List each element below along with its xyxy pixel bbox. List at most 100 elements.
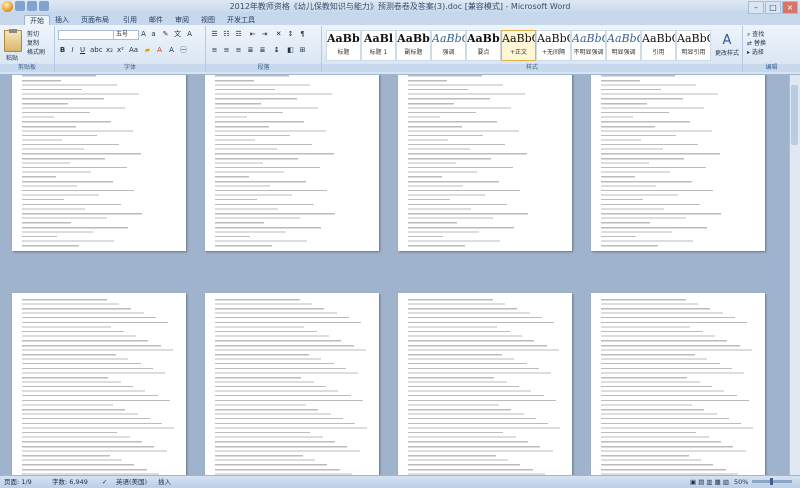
replace-button[interactable]: ⇄ 替换 (747, 38, 766, 47)
style-3[interactable]: AaBbCcDd 强调 (431, 30, 466, 61)
style-name: 标题 1 (369, 49, 388, 56)
clear-format-icon[interactable]: ✎ (161, 30, 170, 39)
cut-button[interactable]: 剪切 (27, 29, 39, 38)
distributed-icon[interactable]: ≣ (258, 46, 267, 55)
style-7[interactable]: AaBbCcD 不明显强调 (571, 30, 606, 61)
style-10[interactable]: AaBbCcD 明显引用 (676, 30, 711, 61)
subscript-icon[interactable]: x₂ (105, 46, 114, 55)
align-right-icon[interactable]: ≡ (234, 46, 243, 55)
document-page[interactable] (591, 75, 765, 251)
tab-5[interactable]: 审阅 (170, 15, 194, 25)
style-8[interactable]: AaBbCcD 明显强调 (606, 30, 641, 61)
paste-button[interactable]: 粘贴 (6, 53, 18, 62)
strikethrough-icon[interactable]: abc (90, 46, 103, 55)
document-workspace[interactable] (0, 75, 790, 475)
format-painter-button[interactable]: 格式刷 (27, 47, 45, 56)
align-left-icon[interactable]: ≡ (210, 46, 219, 55)
window-title: 2012年教师资格《幼儿保教知识与能力》预测卷卷及答案(3).doc [兼容模式… (229, 2, 571, 11)
underline-icon[interactable]: U (78, 46, 87, 55)
multilevel-list-icon[interactable]: ☲ (234, 30, 243, 39)
replace-label: 替换 (753, 40, 766, 47)
copy-button[interactable]: 复制 (27, 38, 39, 47)
font-name-box[interactable] (58, 30, 114, 40)
sort-icon[interactable]: ↕ (286, 30, 295, 39)
page-text-placeholder (408, 75, 562, 248)
maximize-button[interactable]: □ (765, 1, 781, 14)
style-1[interactable]: AaBl 标题 1 (361, 30, 396, 61)
style-name: 明显强调 (611, 49, 636, 56)
document-page[interactable] (12, 75, 186, 251)
text-line (601, 243, 658, 248)
style-sample: AaBbCcD (607, 32, 640, 45)
decrease-indent-icon[interactable]: ⇤ (248, 30, 257, 39)
document-page[interactable] (398, 75, 572, 251)
page-text-placeholder (601, 75, 755, 248)
close-button[interactable]: × (782, 1, 798, 14)
bold-icon[interactable]: B (58, 46, 67, 55)
minimize-button[interactable]: – (748, 1, 764, 14)
zoom-slider[interactable] (752, 478, 792, 485)
paste-icon[interactable] (4, 29, 22, 52)
change-styles-label: 更改样式 (714, 50, 739, 57)
show-marks-icon[interactable]: ¶ (298, 30, 307, 39)
scroll-thumb[interactable] (791, 85, 798, 145)
shading-icon[interactable]: ◧ (286, 46, 295, 55)
view-buttons[interactable]: ▣ ▤ ▥ ▦ ▧ (690, 476, 729, 488)
document-page[interactable] (398, 293, 572, 475)
italic-icon[interactable]: I (68, 46, 77, 55)
page-indicator[interactable]: 页面: 1/9 (4, 476, 32, 488)
tab-3[interactable]: 引用 (118, 15, 142, 25)
tab-2[interactable]: 页面布局 (76, 15, 114, 25)
align-center-icon[interactable]: ≡ (222, 46, 231, 55)
style-0[interactable]: AaBbC 标题 (326, 30, 361, 61)
tab-7[interactable]: 开发工具 (222, 15, 260, 25)
style-name: 标题 (337, 49, 350, 56)
grow-font-icon[interactable]: A (139, 30, 148, 39)
char-border-icon[interactable]: A (185, 30, 194, 39)
select-button[interactable]: ▸ 选择 (747, 47, 764, 56)
spell-check-icon[interactable]: ✓ (102, 476, 107, 488)
justify-icon[interactable]: ≣ (246, 46, 255, 55)
zoom-level[interactable]: 50% (734, 476, 748, 488)
change-styles-button[interactable]: A 更改样式 (714, 33, 740, 59)
increase-indent-icon[interactable]: ⇥ (260, 30, 269, 39)
tab-1[interactable]: 插入 (50, 15, 74, 25)
style-5[interactable]: AaBbCcDd +正文 (501, 30, 536, 61)
bullets-icon[interactable]: ☰ (210, 30, 219, 39)
tab-4[interactable]: 邮件 (144, 15, 168, 25)
title-bar: 2012年教师资格《幼儿保教知识与能力》预测卷卷及答案(3).doc [兼容模式… (0, 0, 800, 15)
numbering-icon[interactable]: ☷ (222, 30, 231, 39)
style-name: +正文 (509, 49, 528, 56)
char-shading-icon[interactable]: A (167, 46, 176, 55)
highlight-icon[interactable]: ▰ (143, 46, 152, 55)
document-page[interactable] (12, 293, 186, 475)
chinese-layout-icon[interactable]: ✕ (274, 30, 283, 39)
language-indicator[interactable]: 英语(美国) (116, 476, 147, 488)
style-name: 不明显强调 (573, 49, 604, 56)
phonetic-icon[interactable]: 文 (173, 30, 182, 39)
borders-icon[interactable]: ⊞ (298, 46, 307, 55)
text-line (215, 243, 272, 248)
insert-mode[interactable]: 插入 (158, 476, 171, 488)
page-text-placeholder (215, 297, 369, 475)
font-size-box[interactable]: 五号 (113, 30, 139, 40)
document-page[interactable] (591, 293, 765, 475)
font-color-icon[interactable]: A (155, 46, 164, 55)
document-page[interactable] (205, 75, 379, 251)
style-9[interactable]: AaBbCcD 引用 (641, 30, 676, 61)
replace-icon: ⇄ (747, 40, 754, 47)
change-case-icon[interactable]: Aa (129, 46, 138, 55)
word-count[interactable]: 字数: 6,949 (52, 476, 88, 488)
style-2[interactable]: AaBb 副标题 (396, 30, 431, 61)
zoom-slider-handle[interactable] (770, 478, 773, 485)
style-6[interactable]: AaBbCcDd +无间隔 (536, 30, 571, 61)
vertical-scrollbar[interactable] (789, 75, 800, 475)
shrink-font-icon[interactable]: a (149, 30, 158, 39)
document-page[interactable] (205, 293, 379, 475)
tab-6[interactable]: 视图 (196, 15, 220, 25)
enclose-char-icon[interactable]: ㊀ (179, 46, 188, 55)
superscript-icon[interactable]: x² (116, 46, 125, 55)
style-sample: AaBbCcD (677, 32, 710, 45)
line-spacing-icon[interactable]: ↨ (272, 46, 281, 55)
style-4[interactable]: AaBbCcD 要点 (466, 30, 501, 61)
